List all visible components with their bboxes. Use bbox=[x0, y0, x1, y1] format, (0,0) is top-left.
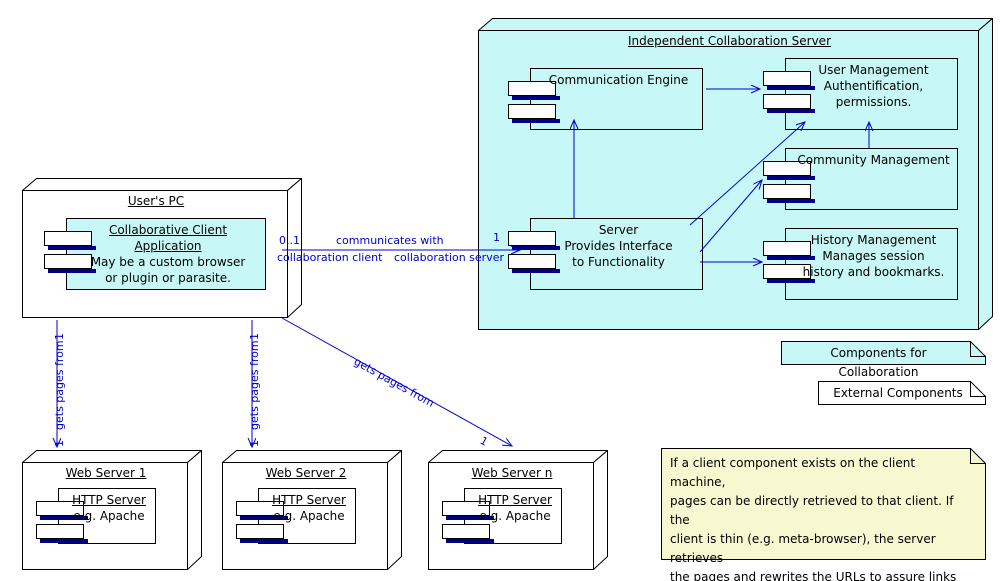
label-gets-pages-from-wsn: gets pages from bbox=[351, 355, 437, 410]
component-label: Server Provides Interface to Functionali… bbox=[538, 222, 699, 270]
label-wsn-mult-target: 1 bbox=[477, 434, 491, 449]
component-tab-2 bbox=[36, 524, 84, 539]
label-ws1-mult-target: 1 bbox=[53, 440, 66, 447]
label-ws2-mult-source: 1 bbox=[248, 333, 261, 340]
component-collaborative-client-application[interactable]: Collaborative Client Application May be … bbox=[44, 218, 271, 295]
component-label: HTTP Server e.g. Apache bbox=[266, 492, 352, 524]
legend-collaboration-label: Components for Collaboration bbox=[830, 346, 927, 379]
component-http-server-1[interactable]: HTTP Server e.g. Apache bbox=[36, 488, 161, 549]
node-web-server-2: Web Server 2 HTTP Server e.g. Apache bbox=[222, 450, 402, 576]
component-line-3: permissions. bbox=[835, 95, 912, 109]
legend-collaboration-note: Components for Collaboration bbox=[781, 341, 991, 379]
component-tab-2 bbox=[508, 104, 556, 119]
label-client-mult-target: 1 bbox=[493, 231, 500, 244]
component-line-1: HTTP Server bbox=[72, 493, 146, 507]
explanatory-note: If a client component exists on the clie… bbox=[661, 448, 991, 581]
component-line-1: Server bbox=[598, 223, 639, 237]
tab-shadow-1 bbox=[512, 96, 560, 100]
component-community-management[interactable]: Community Management bbox=[763, 148, 963, 215]
label-gets-pages-from-ws1: gets pages from bbox=[53, 340, 66, 430]
tab-shadow-2 bbox=[240, 539, 288, 543]
component-http-server-n[interactable]: HTTP Server e.g. Apache bbox=[442, 488, 567, 549]
note-line-4: the pages and rewrites the URLs to assur… bbox=[670, 570, 957, 581]
node-web-server-1: Web Server 1 HTTP Server e.g. Apache bbox=[22, 450, 202, 576]
node-web-server-n: Web Server n HTTP Server e.g. Apache bbox=[428, 450, 608, 576]
component-label: User Management Authentification, permis… bbox=[793, 62, 954, 110]
tab-shadow-2 bbox=[446, 539, 494, 543]
label-ws1-mult-source: 1 bbox=[53, 333, 66, 340]
node-independent-collaboration-server: Independent Collaboration Server Communi… bbox=[478, 18, 993, 336]
component-line-1: Communication Engine bbox=[548, 73, 689, 87]
component-line-2: e.g. Apache bbox=[479, 509, 551, 523]
component-line-1: User Management bbox=[818, 63, 929, 77]
component-line-3: or plugin or parasite. bbox=[105, 271, 231, 285]
label-collaboration-client: collaboration client bbox=[277, 251, 383, 264]
component-line-1: Community Management bbox=[797, 153, 950, 167]
component-line-2: Authentification, bbox=[823, 79, 924, 93]
legend-external-note: External Components bbox=[818, 381, 991, 410]
legend-external-label: External Components bbox=[833, 386, 963, 400]
component-server[interactable]: Server Provides Interface to Functionali… bbox=[508, 218, 708, 295]
node-title-users-pc: User's PC bbox=[127, 194, 185, 208]
tab-shadow-2 bbox=[767, 199, 815, 203]
component-line-2: e.g. Apache bbox=[273, 509, 345, 523]
node-title-web-server-2: Web Server 2 bbox=[265, 466, 347, 480]
component-line-1: HTTP Server bbox=[272, 493, 346, 507]
component-tab-2 bbox=[442, 524, 490, 539]
component-tab-2 bbox=[236, 524, 284, 539]
node-title-web-server-1: Web Server 1 bbox=[65, 466, 147, 480]
node-title-web-server-n: Web Server n bbox=[471, 466, 553, 480]
component-label: Community Management bbox=[793, 152, 954, 168]
label-client-mult-source: 0..1 bbox=[279, 234, 300, 247]
component-line-2: e.g. Apache bbox=[73, 509, 145, 523]
component-line-3: to Functionality bbox=[572, 255, 665, 269]
node-users-pc: User's PC Collaborative Client Applicati… bbox=[22, 178, 302, 324]
component-label: Communication Engine bbox=[538, 72, 699, 88]
tab-shadow-1 bbox=[767, 176, 815, 180]
note-line-3: client is thin (e.g. meta-browser), the … bbox=[670, 532, 936, 565]
tab-shadow-2 bbox=[512, 119, 560, 123]
component-tab-2 bbox=[763, 184, 811, 199]
component-label: Collaborative Client Application May be … bbox=[74, 222, 262, 286]
uml-deployment-diagram: Independent Collaboration Server Communi… bbox=[0, 0, 1001, 581]
component-line-2: May be a custom browser bbox=[90, 255, 246, 269]
component-line-2: Provides Interface bbox=[564, 239, 673, 253]
note-line-2: pages can be directly retrieved to that … bbox=[670, 494, 954, 527]
label-gets-pages-from-ws2: gets pages from bbox=[248, 340, 261, 430]
component-http-server-2[interactable]: HTTP Server e.g. Apache bbox=[236, 488, 361, 549]
component-line-2: Manages session bbox=[822, 249, 925, 263]
label-collaboration-server: collaboration server bbox=[394, 251, 504, 264]
component-line-1: HTTP Server bbox=[478, 493, 552, 507]
label-communicates-with: communicates with bbox=[336, 234, 444, 247]
node-title-collab-server: Independent Collaboration Server bbox=[627, 34, 831, 48]
component-label: History Management Manages session histo… bbox=[793, 232, 954, 280]
component-line-1: History Management bbox=[810, 233, 937, 247]
component-history-management[interactable]: History Management Manages session histo… bbox=[763, 228, 963, 305]
label-ws2-mult-target: 1 bbox=[248, 440, 261, 447]
tab-shadow-2 bbox=[40, 539, 88, 543]
note-line-1: If a client component exists on the clie… bbox=[670, 456, 916, 489]
explanatory-note-text: If a client component exists on the clie… bbox=[670, 454, 968, 581]
component-line-1: Collaborative Client Application bbox=[108, 223, 228, 253]
component-label: HTTP Server e.g. Apache bbox=[472, 492, 558, 524]
component-communication-engine[interactable]: Communication Engine bbox=[508, 68, 708, 135]
component-label: HTTP Server e.g. Apache bbox=[66, 492, 152, 524]
component-line-3: history and bookmarks. bbox=[802, 265, 945, 279]
component-user-management[interactable]: User Management Authentification, permis… bbox=[763, 58, 963, 135]
